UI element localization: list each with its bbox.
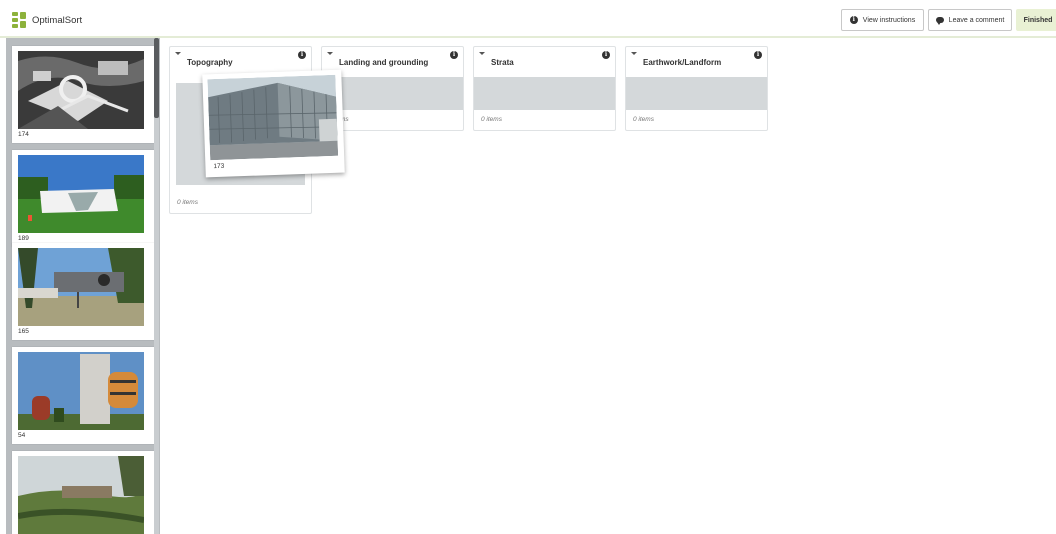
info-icon[interactable]: i — [450, 51, 458, 59]
card-54[interactable]: 54 — [12, 347, 155, 444]
info-icon[interactable]: i — [602, 51, 610, 59]
info-icon[interactable]: i — [754, 51, 762, 59]
category-title[interactable]: Landing and grounding — [339, 58, 428, 67]
card-image — [207, 74, 339, 161]
card-image — [18, 248, 144, 326]
finished-label: Finished — [1023, 16, 1053, 24]
card-165[interactable]: 165 — [12, 243, 155, 340]
card-list-sidebar[interactable]: 174 189 165 54 — [6, 38, 160, 534]
scrollbar-thumb[interactable] — [154, 38, 159, 118]
card-image — [18, 456, 144, 534]
category-earthwork-landform[interactable]: Earthwork/Landform i 0 items — [625, 46, 768, 131]
card-id: 174 — [18, 131, 29, 138]
category-header: Landing and grounding i — [322, 47, 463, 77]
card-189[interactable]: 189 — [12, 150, 155, 247]
card-image — [18, 352, 144, 430]
category-header: Strata i — [474, 47, 615, 77]
card-image — [18, 155, 144, 233]
leave-comment-button[interactable]: Leave a comment — [928, 9, 1012, 31]
sidebar-scrollbar[interactable] — [154, 38, 159, 534]
info-icon[interactable]: i — [298, 51, 306, 59]
caret-down-icon[interactable] — [631, 52, 637, 55]
category-strata[interactable]: Strata i 0 items — [473, 46, 616, 131]
category-drop-zone[interactable] — [322, 77, 463, 110]
card-image — [18, 51, 144, 129]
caret-down-icon[interactable] — [479, 52, 485, 55]
category-drop-zone[interactable] — [474, 77, 615, 110]
info-icon: i — [849, 16, 858, 24]
card-id: 54 — [18, 432, 26, 439]
view-instructions-label: View instructions — [862, 16, 916, 24]
logo: OptimalSort — [12, 12, 82, 28]
optimalsort-logo-icon — [12, 12, 26, 28]
comment-bubble-icon — [935, 17, 944, 25]
dragged-card-173[interactable]: 173 — [202, 69, 345, 178]
card-id: 165 — [18, 328, 29, 335]
category-title[interactable]: Topography — [187, 58, 233, 67]
category-item-count: 0 items — [481, 116, 502, 123]
category-title[interactable]: Strata — [491, 58, 514, 67]
card-id: 189 — [18, 235, 29, 242]
caret-down-icon[interactable] — [327, 52, 333, 55]
category-header: Earthwork/Landform i — [626, 47, 767, 77]
view-instructions-button[interactable]: i View instructions — [841, 9, 924, 31]
card-174[interactable]: 174 — [12, 46, 155, 143]
category-title[interactable]: Earthwork/Landform — [643, 58, 721, 67]
top-bar: OptimalSort i View instructions Leave a … — [0, 0, 1056, 38]
app-name: OptimalSort — [32, 14, 83, 26]
leave-comment-label: Leave a comment — [948, 16, 1005, 24]
category-drop-zone[interactable] — [626, 77, 767, 110]
caret-down-icon[interactable] — [175, 52, 181, 55]
card-id: 173 — [213, 162, 225, 171]
card-5[interactable] — [12, 451, 155, 534]
finished-button[interactable]: Finished — [1016, 9, 1056, 31]
category-item-count: 0 items — [177, 199, 198, 206]
category-item-count: 0 items — [633, 116, 654, 123]
